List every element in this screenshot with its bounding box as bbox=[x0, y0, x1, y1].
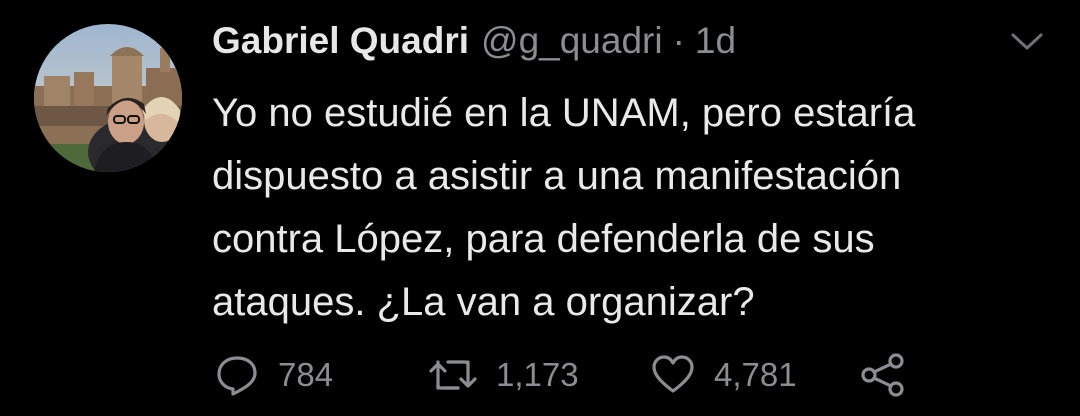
tweet-text-line: ataques. ¿La van a organizar? bbox=[212, 280, 755, 324]
reply-count: 784 bbox=[278, 356, 334, 393]
tweet-text: Yo no estudié en la UNAM, pero estaría d… bbox=[212, 82, 1052, 334]
retweet-button[interactable]: 1,173 bbox=[428, 352, 579, 398]
profile-photo bbox=[34, 24, 182, 172]
reply-icon bbox=[217, 356, 257, 396]
header-separator: · bbox=[672, 20, 685, 61]
retweet-count: 1,173 bbox=[496, 356, 579, 393]
chevron-down-icon[interactable] bbox=[1010, 30, 1044, 54]
tweet-header: Gabriel Quadri @g_quadri · 1d bbox=[212, 20, 736, 70]
tweet-text-line: contra López, para defenderla de sus bbox=[212, 217, 875, 261]
like-button[interactable]: 4,781 bbox=[650, 352, 797, 398]
retweet-icon bbox=[429, 360, 477, 390]
tweet[interactable]: Gabriel Quadri @g_quadri · 1d Yo no estu… bbox=[0, 0, 1080, 416]
heart-icon bbox=[652, 355, 694, 393]
tweet-text-line: dispuesto a asistir a una manifestación bbox=[212, 154, 902, 198]
author-handle[interactable]: @g_quadri bbox=[481, 20, 663, 62]
like-count: 4,781 bbox=[714, 356, 797, 393]
share-button[interactable] bbox=[860, 352, 906, 398]
reply-button[interactable]: 784 bbox=[214, 352, 333, 398]
tweet-text-line: Yo no estudié en la UNAM, pero estaría bbox=[212, 91, 916, 135]
author-display-name[interactable]: Gabriel Quadri bbox=[212, 20, 469, 62]
author-avatar[interactable] bbox=[34, 24, 182, 172]
share-icon bbox=[861, 353, 904, 397]
tweet-actions: 784 1,173 4,781 bbox=[214, 352, 974, 398]
tweet-timestamp[interactable]: 1d bbox=[695, 20, 736, 62]
